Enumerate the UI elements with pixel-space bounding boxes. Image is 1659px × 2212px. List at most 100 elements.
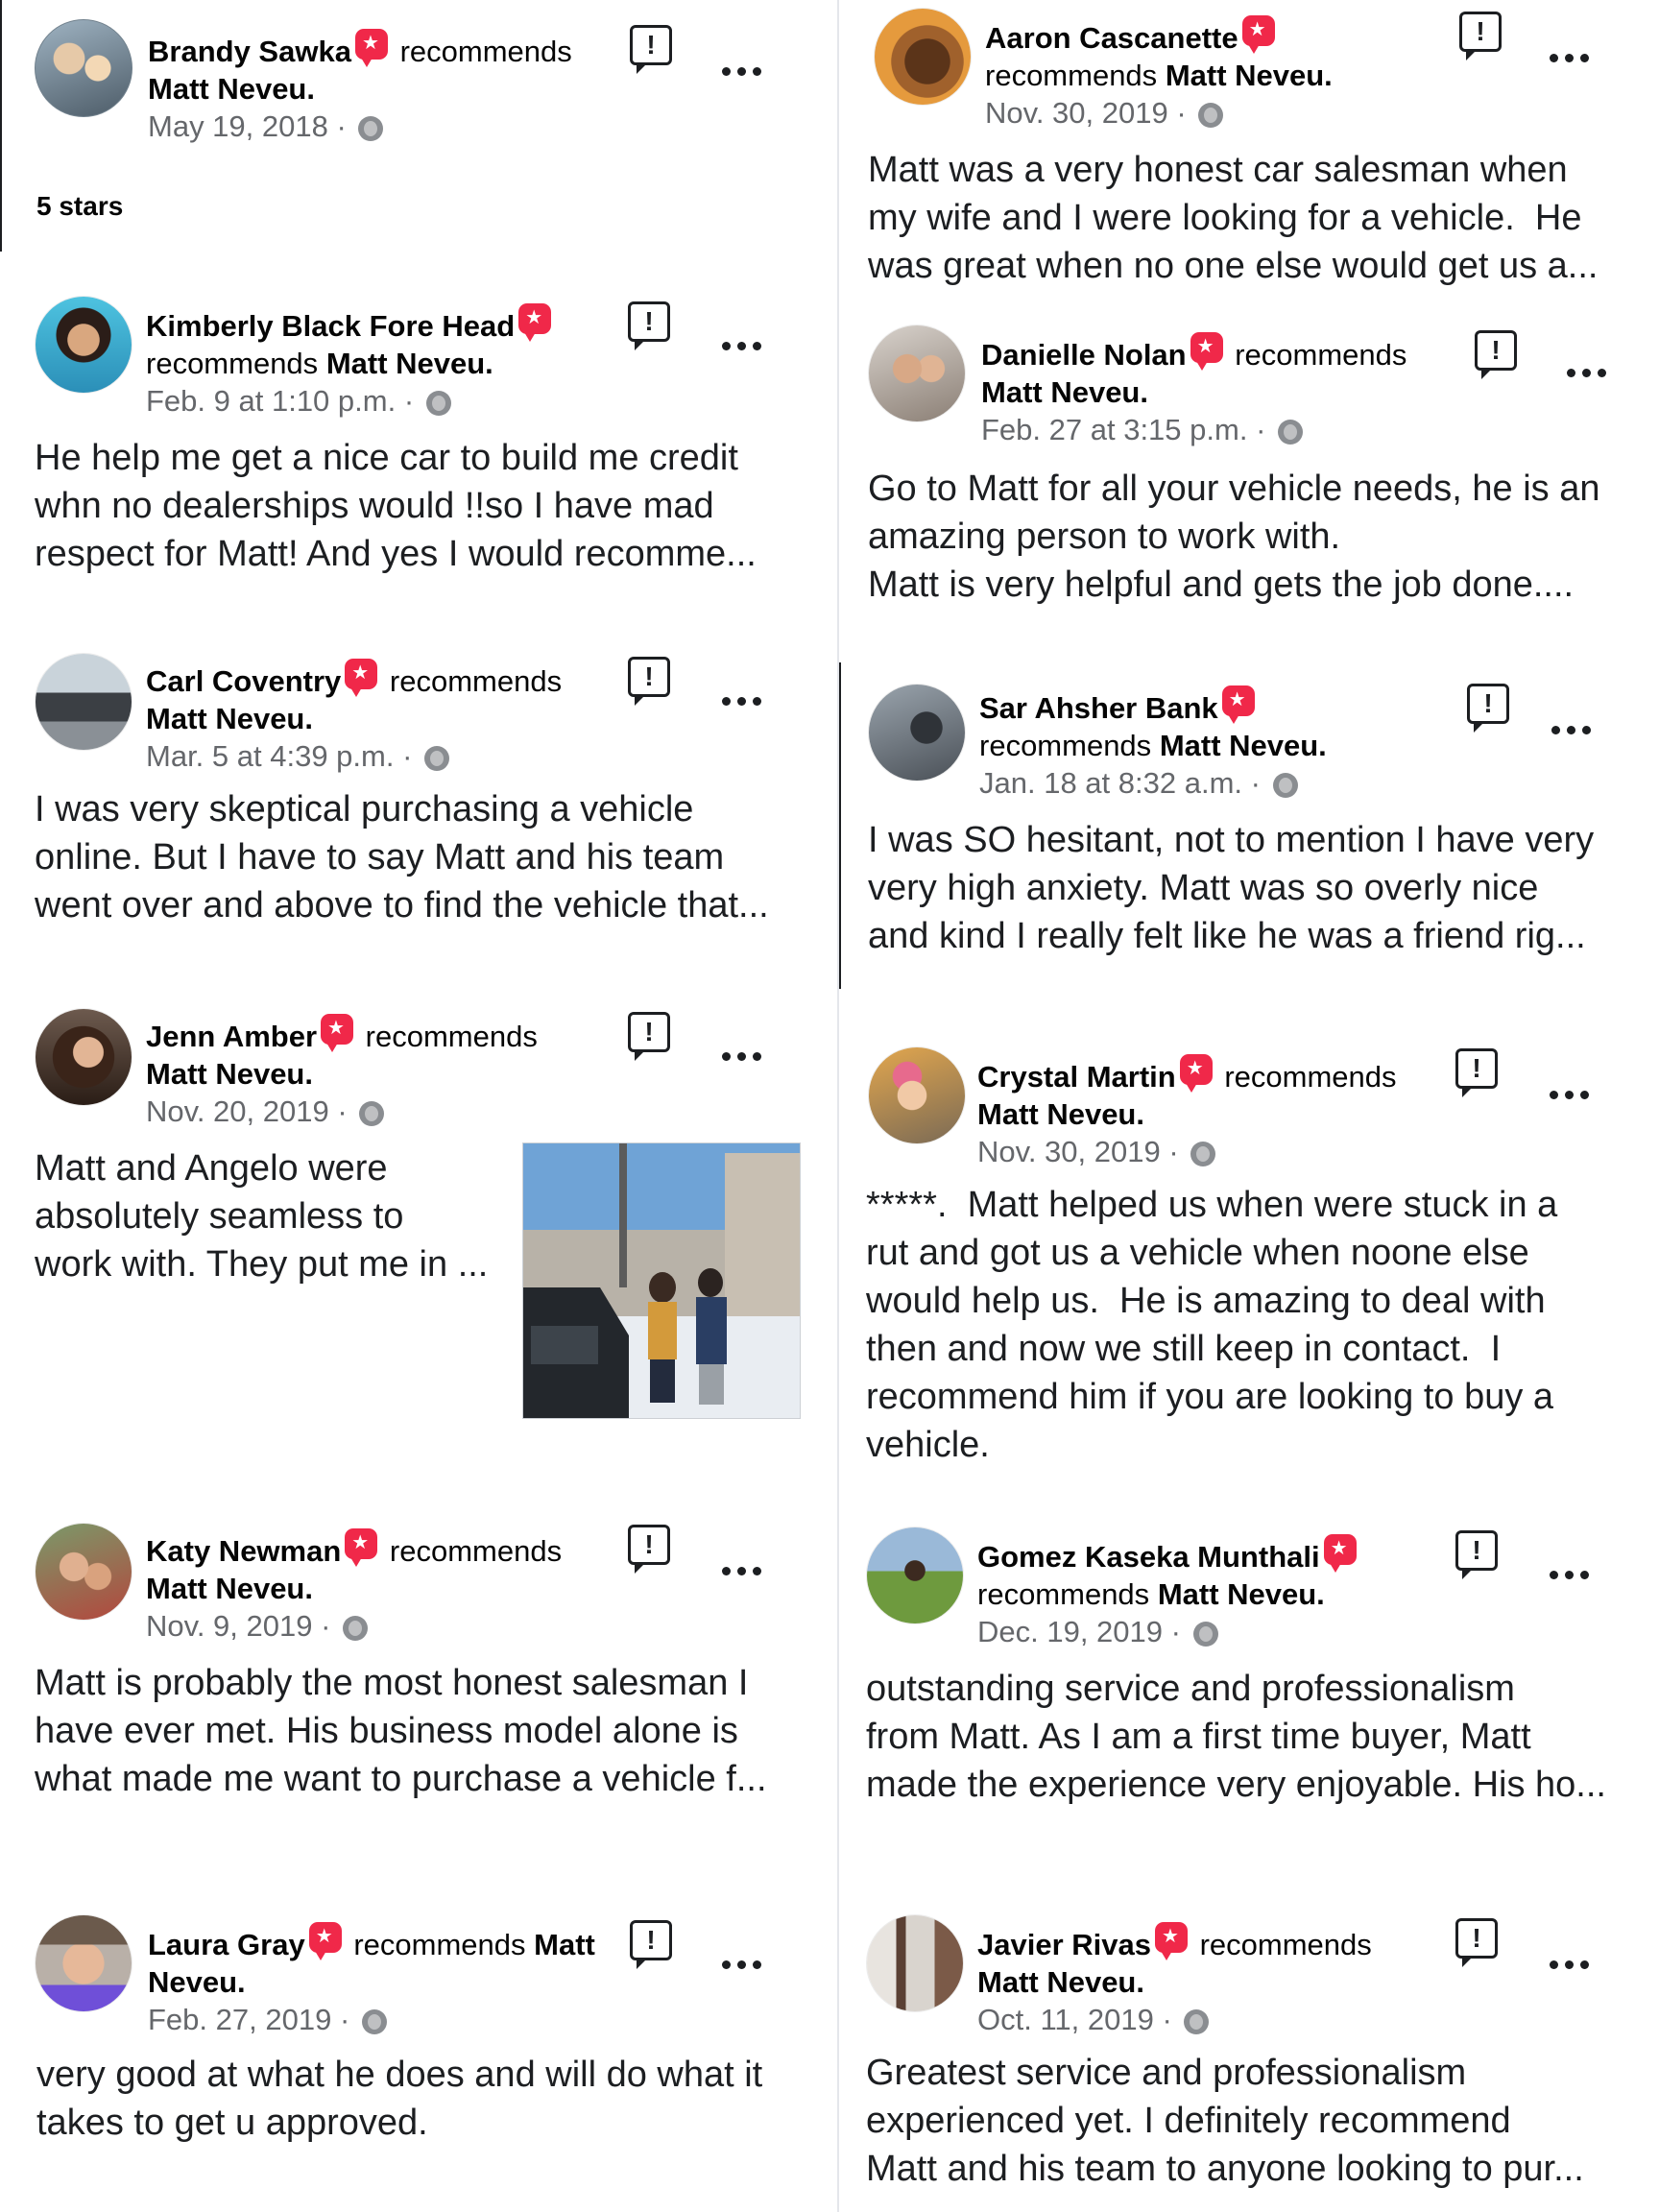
avatar[interactable] — [868, 325, 966, 422]
page-name[interactable]: Matt Neveu. — [326, 347, 493, 380]
more-options-icon[interactable] — [1550, 1957, 1596, 1969]
avatar[interactable] — [35, 296, 132, 394]
review-date[interactable]: Nov. 30, 2019 — [977, 1135, 1161, 1168]
review-date[interactable]: Feb. 27 at 3:15 p.m. — [981, 413, 1247, 446]
review-text[interactable]: Matt was a very honest car salesman when… — [868, 146, 1655, 290]
reviewer-name[interactable]: Javier Rivas — [977, 1928, 1151, 1961]
report-icon[interactable]: ! — [630, 1920, 672, 1969]
page-name[interactable]: Matt Neveu. — [146, 702, 313, 735]
review-text[interactable]: I was very skeptical purchasing a vehicl… — [35, 785, 822, 929]
review-date[interactable]: Nov. 9, 2019 — [146, 1609, 312, 1643]
page-name[interactable]: Matt Neveu. — [977, 1965, 1144, 1999]
avatar[interactable] — [868, 1046, 966, 1144]
more-options-icon[interactable] — [1551, 722, 1598, 734]
avatar[interactable] — [35, 19, 132, 117]
reviewer-name[interactable]: Jenn Amber — [146, 1020, 317, 1053]
more-options-icon[interactable] — [1550, 50, 1596, 62]
report-icon[interactable]: ! — [1455, 1048, 1498, 1097]
separator: · — [1242, 766, 1269, 800]
review-text[interactable]: Matt and Angelo were absolutely seamless… — [35, 1144, 515, 1288]
globe-icon — [1272, 773, 1298, 798]
report-icon[interactable]: ! — [1455, 1530, 1498, 1579]
reviewer-name[interactable]: Laura Gray — [148, 1928, 305, 1961]
review-text[interactable]: very good at what he does and will do wh… — [36, 2051, 824, 2147]
review-header: Crystal Martin recommends Matt Neveu. No… — [977, 1054, 1457, 1170]
review-date[interactable]: Nov. 20, 2019 — [146, 1094, 329, 1128]
page-name[interactable]: Matt Neveu. — [146, 1057, 313, 1091]
separator: · — [1153, 2003, 1181, 2036]
avatar[interactable] — [866, 1914, 964, 2012]
reviewer-name[interactable]: Carl Coventry — [146, 664, 341, 698]
review-header: Katy Newman recommends Matt Neveu. Nov. … — [146, 1528, 626, 1645]
review-date[interactable]: May 19, 2018 — [148, 109, 328, 143]
review-text[interactable]: He help me get a nice car to build me cr… — [35, 434, 822, 578]
more-options-icon[interactable] — [722, 338, 768, 350]
more-options-icon[interactable] — [722, 1563, 768, 1575]
reviewer-name[interactable]: Katy Newman — [146, 1534, 341, 1568]
reviewer-name[interactable]: Sar Ahsher Bank — [979, 691, 1218, 725]
review-date[interactable]: Nov. 30, 2019 — [985, 96, 1168, 130]
separator: · — [1160, 1135, 1188, 1168]
review-header: Gomez Kaseka Munthali recommends Matt Ne… — [977, 1534, 1457, 1650]
avatar[interactable] — [874, 8, 972, 106]
recommends-label: recommends — [1235, 338, 1407, 372]
reviewer-name[interactable]: Crystal Martin — [977, 1060, 1176, 1094]
review-card: Sar Ahsher Bank recommends Matt Neveu. J… — [839, 662, 1659, 989]
page-name[interactable]: Matt Neveu. — [1166, 59, 1333, 92]
globe-icon — [1198, 103, 1224, 128]
more-options-icon[interactable] — [1567, 365, 1613, 377]
review-card: Carl Coventry recommends Matt Neveu. Mar… — [0, 634, 835, 979]
report-icon[interactable]: ! — [630, 25, 672, 74]
more-options-icon[interactable] — [722, 1048, 768, 1061]
avatar[interactable] — [35, 1008, 132, 1106]
more-options-icon[interactable] — [722, 63, 768, 76]
report-icon[interactable]: ! — [628, 1012, 670, 1061]
avatar[interactable] — [35, 1914, 132, 2012]
recommend-star-icon — [308, 1922, 342, 1960]
report-icon[interactable]: ! — [1475, 330, 1517, 379]
more-options-icon[interactable] — [722, 1957, 768, 1969]
page-name[interactable]: Matt Neveu. — [1158, 1577, 1325, 1611]
review-text[interactable]: *****. Matt helped us when were stuck in… — [866, 1181, 1653, 1469]
reviewer-name[interactable]: Kimberly Black Fore Head — [146, 309, 515, 343]
reviewer-name[interactable]: Gomez Kaseka Munthali — [977, 1540, 1320, 1574]
review-text[interactable]: Go to Matt for all your vehicle needs, h… — [868, 465, 1655, 609]
review-text[interactable]: Greatest service and professionalism exp… — [866, 2049, 1653, 2193]
reviewer-name[interactable]: Aaron Cascanette — [985, 21, 1238, 55]
report-icon[interactable]: ! — [1467, 684, 1509, 733]
recommend-star-icon — [321, 1014, 354, 1052]
more-options-icon[interactable] — [1550, 1087, 1596, 1099]
reviewer-name[interactable]: Danielle Nolan — [981, 338, 1187, 372]
page-name[interactable]: Matt Neveu. — [146, 1572, 313, 1605]
more-options-icon[interactable] — [722, 693, 768, 706]
page-name[interactable]: Matt Neveu. — [148, 72, 315, 106]
avatar[interactable] — [868, 684, 966, 781]
page-name[interactable]: Matt Neveu. — [977, 1097, 1144, 1131]
report-icon[interactable]: ! — [628, 657, 670, 706]
reviewer-name[interactable]: Brandy Sawka — [148, 35, 351, 68]
review-text[interactable]: I was SO hesitant, not to mention I have… — [868, 816, 1655, 960]
review-date[interactable]: Feb. 27, 2019 — [148, 2003, 331, 2036]
report-icon[interactable]: ! — [628, 1525, 670, 1574]
review-text[interactable]: outstanding service and professionalism … — [866, 1665, 1653, 1809]
avatar[interactable] — [35, 1523, 132, 1621]
recommends-label: recommends — [1224, 1060, 1397, 1094]
review-date[interactable]: Jan. 18 at 8:32 a.m. — [979, 766, 1242, 800]
review-date[interactable]: Mar. 5 at 4:39 p.m. — [146, 739, 394, 773]
report-icon[interactable]: ! — [628, 301, 670, 350]
separator: · — [1247, 413, 1275, 446]
page-name[interactable]: Matt Neveu. — [1160, 729, 1327, 762]
avatar[interactable] — [35, 653, 132, 751]
page-name[interactable]: Matt Neveu. — [981, 375, 1148, 409]
report-icon[interactable]: ! — [1455, 1918, 1498, 1967]
recommends-label: recommends — [389, 664, 563, 698]
review-date[interactable]: Oct. 11, 2019 — [977, 2003, 1154, 2036]
review-date[interactable]: Dec. 19, 2019 — [977, 1615, 1163, 1648]
avatar[interactable] — [866, 1527, 964, 1624]
recommend-star-icon — [1241, 15, 1275, 54]
review-date[interactable]: Feb. 9 at 1:10 p.m. — [146, 384, 396, 418]
review-text[interactable]: Matt is probably the most honest salesma… — [35, 1659, 822, 1803]
review-photo[interactable] — [522, 1142, 801, 1419]
more-options-icon[interactable] — [1550, 1567, 1596, 1579]
report-icon[interactable]: ! — [1459, 12, 1502, 60]
